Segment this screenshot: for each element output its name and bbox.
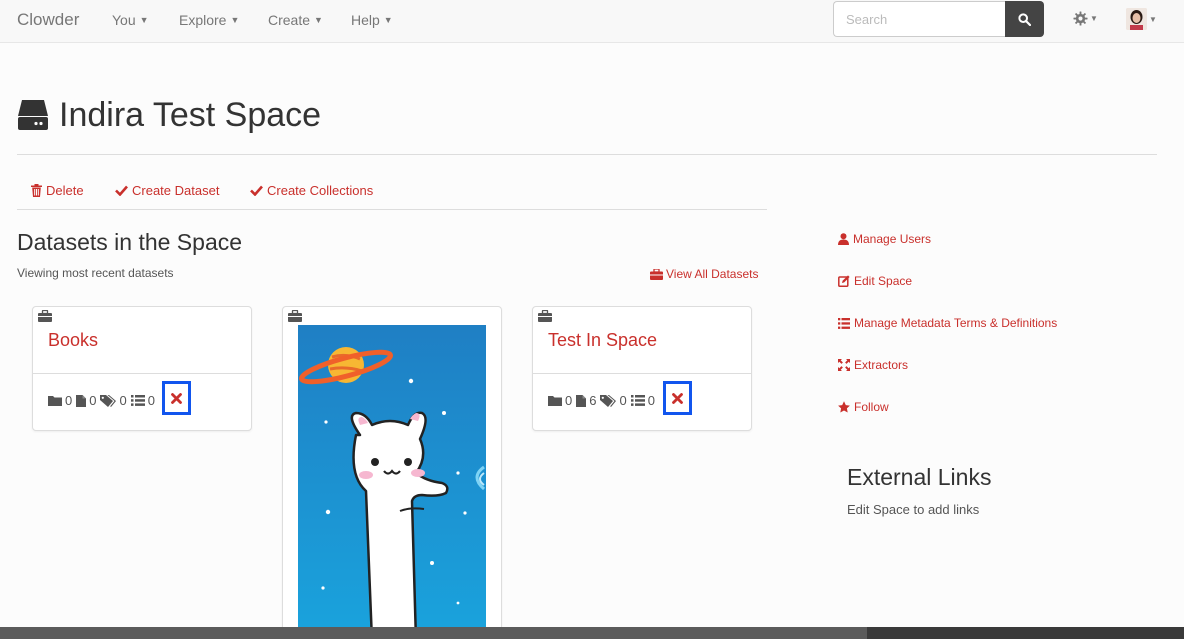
divider xyxy=(17,209,767,210)
file-count: 6 xyxy=(589,393,597,408)
remove-dataset-button[interactable] xyxy=(162,381,191,415)
bottom-bar xyxy=(0,627,1184,639)
star-icon xyxy=(838,401,850,413)
close-icon xyxy=(672,392,683,404)
search-icon xyxy=(1018,12,1031,26)
briefcase-icon xyxy=(288,310,302,322)
dataset-title-link[interactable]: Books xyxy=(48,330,98,351)
user-menu[interactable]: ▼ xyxy=(1126,8,1157,30)
briefcase-icon xyxy=(538,310,552,322)
follow-link[interactable]: Follow xyxy=(838,400,889,414)
briefcase-icon xyxy=(650,268,663,280)
external-links-subtitle: Edit Space to add links xyxy=(847,502,980,517)
dataset-stats: 0 0 0 0 xyxy=(48,393,159,408)
check-icon xyxy=(115,185,128,196)
view-all-label: View All Datasets xyxy=(666,267,759,281)
fullscreen-icon xyxy=(838,359,850,371)
chevron-down-icon: ▼ xyxy=(383,15,393,25)
dataset-card: Books 0 0 0 0 xyxy=(32,306,252,431)
file-count: 0 xyxy=(89,393,97,408)
avatar xyxy=(1126,8,1147,30)
list-icon xyxy=(838,317,850,329)
chevron-down-icon: ▼ xyxy=(1090,14,1098,23)
nav-menu-you[interactable]: You ▼ xyxy=(112,12,149,28)
dataset-card: Test In Space 0 6 0 0 xyxy=(532,306,752,431)
tags-icon xyxy=(600,394,617,407)
folder-count: 0 xyxy=(65,393,73,408)
cat-planet-image[interactable] xyxy=(298,325,486,627)
chevron-down-icon: ▼ xyxy=(139,15,149,25)
hdd-drive-icon xyxy=(18,100,48,130)
folder-icon xyxy=(548,395,562,406)
extractors-link[interactable]: Extractors xyxy=(838,358,908,372)
close-icon xyxy=(171,392,182,404)
action-label: Create Collections xyxy=(267,183,374,198)
folder-count: 0 xyxy=(565,393,573,408)
settings-menu[interactable]: ▼ xyxy=(1073,11,1098,26)
dataset-card xyxy=(282,306,502,639)
nav-menu-explore[interactable]: Explore ▼ xyxy=(179,12,239,28)
file-icon xyxy=(576,394,587,407)
chevron-down-icon: ▼ xyxy=(314,15,323,25)
divider xyxy=(17,154,1157,155)
search-input[interactable] xyxy=(833,1,1006,37)
divider xyxy=(533,373,751,374)
folder-icon xyxy=(48,395,62,406)
nav-menu-label: You xyxy=(112,12,136,28)
create-collections-button[interactable]: Create Collections xyxy=(250,183,373,198)
section-title: Datasets in the Space xyxy=(17,229,243,255)
gear-icon xyxy=(1073,11,1088,26)
navbar: Clowder You▼ Explore▼ Create▼ Help▼ ▼ ▼ xyxy=(0,0,1184,43)
tag-count: 0 xyxy=(619,393,627,408)
edit-space-link[interactable]: Edit Space xyxy=(838,274,912,288)
view-all-datasets-link[interactable]: View All Datasets xyxy=(650,267,759,281)
chevron-down-icon: ▼ xyxy=(230,15,240,25)
brand-logo[interactable]: Clowder xyxy=(17,10,79,30)
nav-menu-label: Explore xyxy=(179,12,227,28)
dataset-title-link[interactable]: Test In Space xyxy=(548,330,657,351)
create-dataset-button[interactable]: Create Dataset xyxy=(115,183,219,198)
file-icon xyxy=(76,394,87,407)
metadata-count: 0 xyxy=(147,393,155,408)
sidebar-link-label: Manage Users xyxy=(853,232,932,246)
dataset-stats: 0 6 0 0 xyxy=(548,393,659,408)
sidebar-link-label: Edit Space xyxy=(854,274,913,288)
edit-icon xyxy=(838,275,850,287)
nav-menu-label: Help xyxy=(351,12,380,28)
action-label: Create Dataset xyxy=(132,183,220,198)
search-button[interactable] xyxy=(1005,1,1044,37)
briefcase-icon xyxy=(38,310,52,322)
tags-icon xyxy=(100,394,117,407)
sidebar-link-label: Extractors xyxy=(854,358,909,372)
section-subtitle: Viewing most recent datasets xyxy=(17,266,174,280)
remove-dataset-button[interactable] xyxy=(663,381,692,415)
external-links-title: External Links xyxy=(847,464,992,490)
nav-menu-label: Create xyxy=(268,12,311,28)
bottom-bar-segment xyxy=(867,627,1184,639)
sidebar-link-label: Manage Metadata Terms & Definitions xyxy=(854,316,1058,330)
list-icon xyxy=(130,395,145,406)
check-icon xyxy=(250,185,263,196)
metadata-count: 0 xyxy=(647,393,655,408)
user-icon xyxy=(838,233,849,245)
action-label: Delete xyxy=(46,183,84,198)
delete-button[interactable]: Delete xyxy=(31,183,84,198)
nav-menu-create[interactable]: Create ▼ xyxy=(268,12,323,28)
sidebar-link-label: Follow xyxy=(854,400,889,414)
page-title: Indira Test Space xyxy=(59,96,322,134)
chevron-down-icon: ▼ xyxy=(1149,14,1157,24)
nav-menu-help[interactable]: Help ▼ xyxy=(351,12,393,28)
manage-users-link[interactable]: Manage Users xyxy=(838,232,931,246)
list-icon xyxy=(630,395,645,406)
tag-count: 0 xyxy=(119,393,127,408)
divider xyxy=(33,373,251,374)
manage-metadata-link[interactable]: Manage Metadata Terms & Definitions xyxy=(838,316,1057,330)
trash-icon xyxy=(31,184,42,197)
